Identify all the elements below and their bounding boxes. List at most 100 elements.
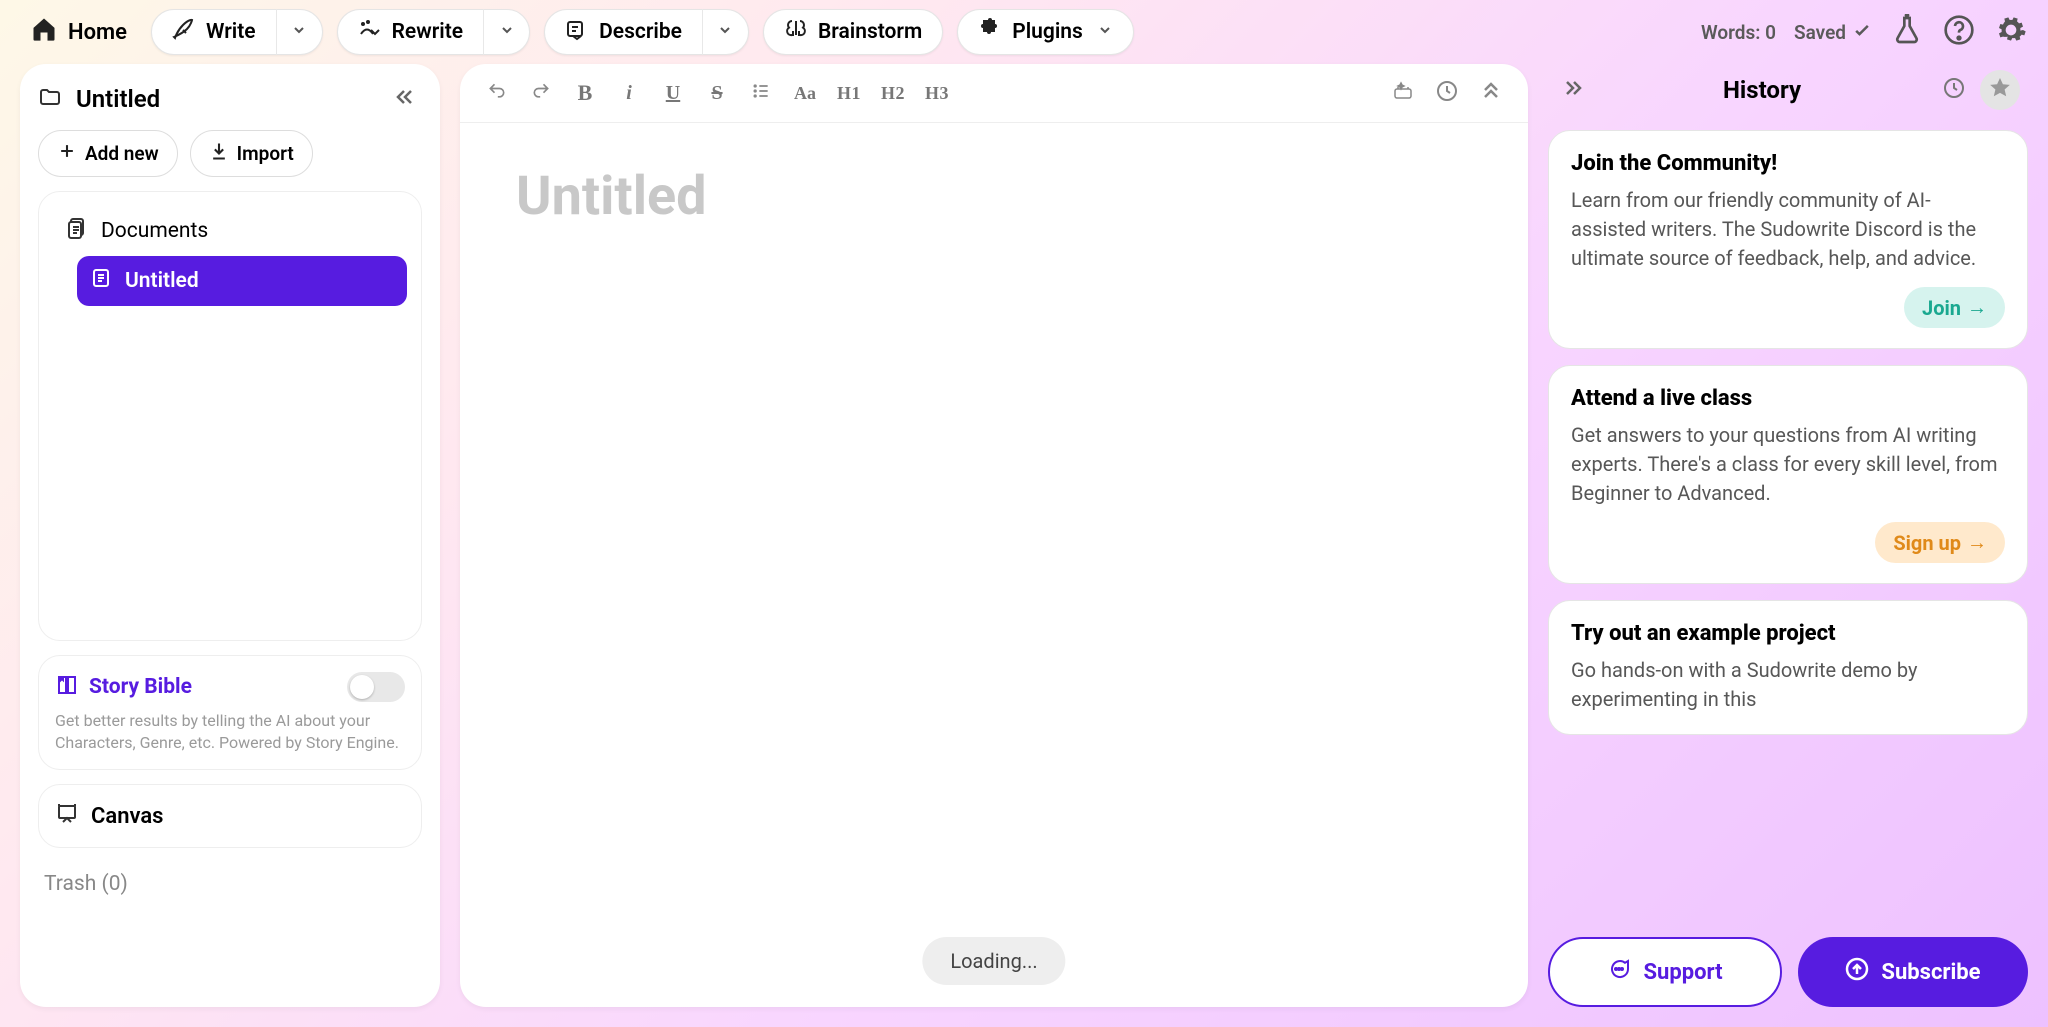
chevron-double-right-icon (1561, 76, 1585, 104)
support-button[interactable]: Support (1548, 937, 1782, 1007)
history-clock-button[interactable] (1934, 70, 1974, 110)
tool-brainstorm-button[interactable]: Brainstorm (764, 17, 942, 47)
documents-folder[interactable]: Documents (53, 206, 407, 256)
check-icon (1852, 20, 1872, 45)
tool-describe-button[interactable]: Describe (545, 17, 702, 47)
project-title[interactable]: Untitled (76, 85, 374, 113)
h1-button[interactable]: H1 (834, 78, 864, 108)
add-new-button[interactable]: Add new (38, 130, 178, 177)
redo-button[interactable] (526, 78, 556, 108)
list-button[interactable] (746, 78, 776, 108)
chevron-down-icon (291, 22, 307, 42)
home-icon (30, 15, 58, 49)
right-panel: History Join the Community! Learn from o… (1548, 64, 2028, 1007)
tool-rewrite-button[interactable]: Rewrite (338, 17, 484, 47)
tool-plugins: Plugins (957, 9, 1134, 55)
undo-button[interactable] (482, 78, 512, 108)
italic-button[interactable]: i (614, 78, 644, 108)
sidebar: Untitled Add new Import Documents Unti (20, 64, 440, 1007)
tool-describe: Describe (544, 9, 749, 55)
flask-icon (1891, 14, 1923, 50)
strikethrough-button[interactable]: S (702, 78, 732, 108)
chat-icon (1607, 957, 1631, 987)
favorites-button[interactable] (1980, 70, 2020, 110)
chevron-down-icon (1097, 20, 1113, 44)
add-new-label: Add new (85, 142, 159, 165)
card-title: Attend a live class (1571, 386, 2005, 411)
tool-plugins-button[interactable]: Plugins (958, 17, 1133, 47)
import-button[interactable]: Import (190, 130, 313, 177)
chevron-down-icon (717, 22, 733, 42)
tool-rewrite-dropdown[interactable] (483, 9, 529, 55)
cta-label: Sign up (1893, 531, 1961, 555)
gear-icon (1995, 14, 2027, 50)
card-title: Join the Community! (1571, 151, 2005, 176)
card-community: Join the Community! Learn from our frien… (1548, 130, 2028, 349)
saved-label: Saved (1794, 21, 1846, 44)
document-item[interactable]: Untitled (77, 256, 407, 306)
arrow-right-icon: → (1967, 530, 1987, 555)
tool-write-dropdown[interactable] (276, 9, 322, 55)
right-panel-footer: Support Subscribe (1548, 937, 2028, 1007)
card-example-project: Try out an example project Go hands-on w… (1548, 600, 2028, 735)
subscribe-button[interactable]: Subscribe (1798, 937, 2028, 1007)
card-title: Try out an example project (1571, 621, 2005, 646)
book-icon (55, 673, 79, 701)
story-bible-title[interactable]: Story Bible (89, 675, 337, 699)
rewrite-icon (358, 17, 382, 47)
tool-rewrite: Rewrite (337, 9, 531, 55)
clock-icon (1942, 76, 1966, 104)
documents-label: Documents (101, 219, 208, 243)
story-bible-toggle[interactable] (347, 672, 405, 702)
scroll-top-button[interactable] (1476, 78, 1506, 108)
brainstorm-icon (784, 17, 808, 47)
home-button[interactable]: Home (20, 9, 137, 55)
import-label: Import (237, 142, 294, 165)
canvas-icon (55, 801, 79, 831)
loading-indicator: Loading... (922, 937, 1065, 985)
topbar: Home Write Rewrite Describe (0, 0, 2048, 64)
star-icon (1988, 76, 2012, 104)
chevron-double-up-icon (1479, 79, 1503, 108)
list-icon (751, 81, 771, 106)
arrow-right-icon: → (1967, 295, 1987, 320)
sidebar-header: Untitled (38, 82, 422, 116)
right-panel-title: History (1590, 76, 1934, 104)
history-button[interactable] (1432, 78, 1462, 108)
editor-body[interactable]: Untitled (460, 123, 1528, 1007)
chevron-down-icon (499, 22, 515, 42)
card-cta-join[interactable]: Join → (1904, 287, 2005, 328)
card-body: Go hands-on with a Sudowrite demo by exp… (1571, 656, 2005, 714)
card-body: Get answers to your questions from AI wr… (1571, 421, 2005, 508)
help-button[interactable] (1942, 15, 1976, 49)
card-body: Learn from our friendly community of AI-… (1571, 186, 2005, 273)
document-tree: Documents Untitled (38, 191, 422, 641)
cards-container: Join the Community! Learn from our frien… (1548, 130, 2028, 923)
right-panel-header: History (1548, 64, 2028, 116)
chevron-double-left-icon (393, 85, 417, 113)
bold-button[interactable]: B (570, 78, 600, 108)
card-cta-signup[interactable]: Sign up → (1875, 522, 2005, 563)
settings-button[interactable] (1994, 15, 2028, 49)
tool-write-button[interactable]: Write (152, 17, 276, 47)
help-icon (1943, 14, 1975, 50)
tool-brainstorm: Brainstorm (763, 9, 943, 55)
underline-button[interactable]: U (658, 78, 688, 108)
ai-sparkle-button[interactable] (1388, 78, 1418, 108)
download-icon (209, 141, 229, 166)
labs-button[interactable] (1890, 15, 1924, 49)
trash-button[interactable]: Trash (0) (38, 862, 422, 906)
tool-write: Write (151, 9, 323, 55)
documents-icon (65, 216, 89, 246)
text-style-button[interactable]: Aa (790, 78, 820, 108)
tool-describe-dropdown[interactable] (702, 9, 748, 55)
tool-plugins-label: Plugins (1012, 20, 1083, 44)
undo-icon (487, 81, 507, 106)
canvas-button[interactable]: Canvas (38, 784, 422, 848)
expand-panel-button[interactable] (1556, 73, 1590, 107)
editor-toolbar: B i U S Aa H1 H2 H3 (460, 64, 1528, 123)
collapse-sidebar-button[interactable] (388, 82, 422, 116)
story-bible-card: Story Bible Get better results by tellin… (38, 655, 422, 770)
h3-button[interactable]: H3 (922, 78, 952, 108)
h2-button[interactable]: H2 (878, 78, 908, 108)
